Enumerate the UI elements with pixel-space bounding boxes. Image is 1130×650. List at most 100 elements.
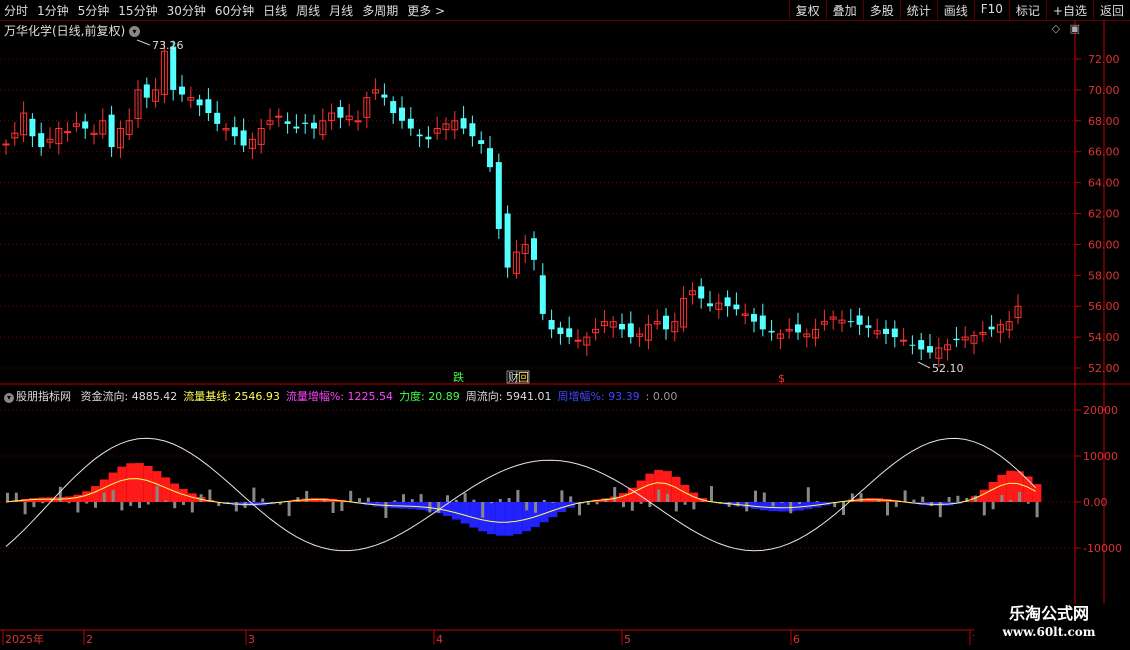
date-label: 4 — [436, 633, 443, 646]
weekly-bar — [595, 502, 599, 505]
weekly-bar — [498, 498, 502, 502]
weekly-bar — [692, 502, 696, 510]
weekly-bar — [710, 486, 713, 502]
weekly-bar — [613, 487, 617, 502]
flow-bar — [407, 502, 417, 510]
candle-body — [918, 340, 925, 350]
candle-body — [531, 238, 537, 260]
candle-body — [539, 275, 546, 314]
marker-hui[interactable]: 回 — [518, 371, 529, 384]
candle-body — [478, 140, 485, 144]
candle-body — [425, 136, 432, 140]
candle-body — [275, 115, 283, 118]
weekly-bar — [1000, 494, 1004, 502]
panel-toggle-icon[interactable]: ▣ — [1070, 22, 1080, 35]
weekly-bar — [859, 493, 863, 502]
weekly-bar — [234, 502, 238, 512]
weekly-bar — [23, 502, 27, 515]
indicator-field-5: 周增幅%: 93.39 — [557, 390, 640, 403]
candle-body — [504, 213, 511, 268]
weekly-bar — [683, 502, 687, 505]
title-dropdown-icon[interactable]: ▾ — [129, 26, 141, 37]
price-tick-label: 54.00 — [1088, 331, 1120, 344]
candle-body — [988, 326, 995, 330]
marker-die[interactable]: 跌 — [453, 370, 464, 384]
candle-body — [909, 344, 916, 346]
weekly-bar — [437, 502, 441, 513]
low-price-label: 52.10 — [932, 362, 964, 375]
weekly-bar — [991, 502, 995, 510]
candle-body — [795, 324, 801, 333]
weekly-bar — [243, 502, 247, 508]
flow-bar — [645, 473, 655, 502]
weekly-bar — [754, 490, 757, 502]
weekly-bar — [727, 502, 731, 507]
weekly-bar — [947, 497, 951, 502]
weekly-bar — [349, 490, 353, 502]
candle-body — [495, 162, 502, 229]
weekly-bar — [886, 502, 889, 516]
weekly-bar — [534, 502, 537, 513]
price-tick-label: 66.00 — [1088, 146, 1120, 159]
candle-body — [29, 118, 36, 137]
candle-body — [205, 99, 212, 114]
indicator-tick-label: 0.00 — [1083, 496, 1108, 509]
price-tick-label: 62.00 — [1088, 208, 1120, 221]
marker-dollar[interactable]: $ — [778, 372, 785, 385]
chart-canvas[interactable]: 72.0070.0068.0066.0064.0062.0060.0058.00… — [0, 0, 1130, 650]
candle-body — [390, 101, 397, 114]
price-tick-label: 58.00 — [1088, 269, 1120, 282]
candle-body — [724, 297, 731, 307]
weekly-bar — [32, 502, 36, 508]
candle-body — [460, 118, 467, 129]
weekly-bar — [956, 495, 960, 502]
flow-bar — [399, 502, 408, 509]
candle-body — [865, 325, 872, 328]
candle-body — [64, 131, 72, 134]
date-label: 5 — [624, 633, 631, 646]
weekly-bar — [384, 502, 388, 518]
weekly-bar — [102, 492, 106, 502]
high-price-label: 73.26 — [152, 39, 184, 52]
weekly-bar — [490, 502, 493, 504]
high-pointer — [136, 39, 151, 46]
weekly-bar — [903, 490, 907, 502]
candle-body — [566, 328, 573, 338]
indicator-dropdown-icon[interactable]: ▾ — [4, 393, 14, 403]
diamond-icon[interactable]: ◇ — [1052, 22, 1060, 35]
chart-title: 万华化学(日线,前复权) ▾ — [4, 22, 141, 39]
weekly-bar — [586, 502, 590, 505]
weekly-bar — [815, 500, 819, 502]
watermark-title: 乐淘公式网 — [1008, 604, 1089, 623]
flow-bar — [73, 494, 83, 502]
weekly-bar — [410, 499, 414, 502]
flow-bar — [759, 502, 769, 511]
weekly-bar — [578, 502, 581, 516]
watermark-url: www.60lt.com — [1002, 625, 1096, 639]
weekly-bar — [446, 495, 449, 502]
candle-body — [399, 107, 405, 121]
weekly-bar — [138, 502, 141, 509]
indicator-axis: 20000 10000 0.00 -10000 — [1075, 404, 1122, 555]
flow-bar — [91, 486, 100, 502]
flow-bar — [513, 502, 523, 535]
weekly-bar — [1026, 502, 1030, 504]
flow-bar — [82, 491, 91, 502]
weekly-bar — [921, 496, 925, 502]
candle-body — [337, 107, 344, 118]
indicator-field-1: 流量基线: 2546.93 — [183, 390, 280, 403]
weekly-bar — [516, 489, 520, 502]
candle-body — [311, 122, 317, 129]
flow-bar — [1032, 484, 1042, 502]
candle-body — [574, 339, 582, 342]
candle-body — [900, 339, 908, 342]
flow-bar — [469, 502, 479, 528]
flow-bar — [777, 502, 787, 512]
weekly-bar — [798, 502, 801, 504]
candle-body — [847, 321, 854, 323]
fund-flow-bars — [3, 463, 1042, 536]
weekly-bar — [94, 502, 97, 508]
price-tick-label: 70.00 — [1088, 84, 1120, 97]
candle-body — [170, 46, 177, 90]
weekly-bar — [375, 502, 379, 503]
